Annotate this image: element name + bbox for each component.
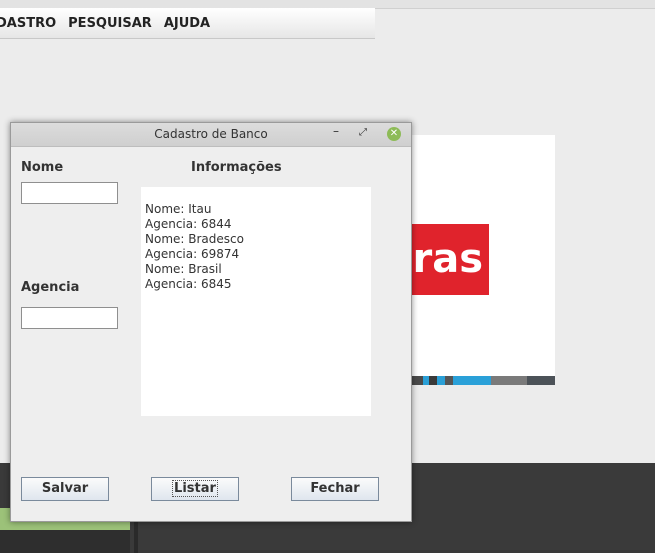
dialog-titlebar[interactable]: Cadastro de Banco – ⤢ ✕ [11,123,411,147]
menu-cadastro[interactable]: DASTRO [0,16,56,31]
fechar-label: Fechar [310,481,360,496]
dialog-title: Cadastro de Banco [154,127,268,141]
menu-ajuda[interactable]: AJUDA [164,16,210,31]
info-line: Agencia: 6844 [145,217,232,231]
close-icon[interactable]: ✕ [387,127,401,141]
info-line: Nome: Brasil [145,262,222,276]
background-banner-image: ras [395,135,555,385]
info-line: Nome: Itau [145,202,212,216]
taskbar-area [0,530,130,553]
informacoes-textarea[interactable]: Nome: Itau Agencia: 6844 Nome: Bradesco … [141,187,371,416]
nome-field[interactable] [21,182,118,204]
salvar-button[interactable]: Salvar [21,477,109,501]
info-line: Agencia: 6845 [145,277,232,291]
listar-label: Listar [172,480,218,497]
agencia-label: Agencia [21,280,80,295]
maximize-icon[interactable]: ⤢ [359,127,367,138]
menu-bar: DASTRO PESQUISAR AJUDA [0,8,375,39]
listar-button[interactable]: Listar [151,477,239,501]
banner-color-strip [395,376,555,385]
cadastro-dialog: Cadastro de Banco – ⤢ ✕ Nome Agencia Inf… [10,122,412,522]
salvar-label: Salvar [41,481,89,496]
menu-pesquisar[interactable]: PESQUISAR [68,16,152,31]
minimize-icon[interactable]: – [333,124,339,138]
info-line: Nome: Bradesco [145,232,244,246]
informacoes-label: Informações [191,160,282,175]
info-line: Agencia: 69874 [145,247,240,261]
agencia-field[interactable] [21,307,118,329]
nome-label: Nome [21,160,64,175]
fechar-button[interactable]: Fechar [291,477,379,501]
